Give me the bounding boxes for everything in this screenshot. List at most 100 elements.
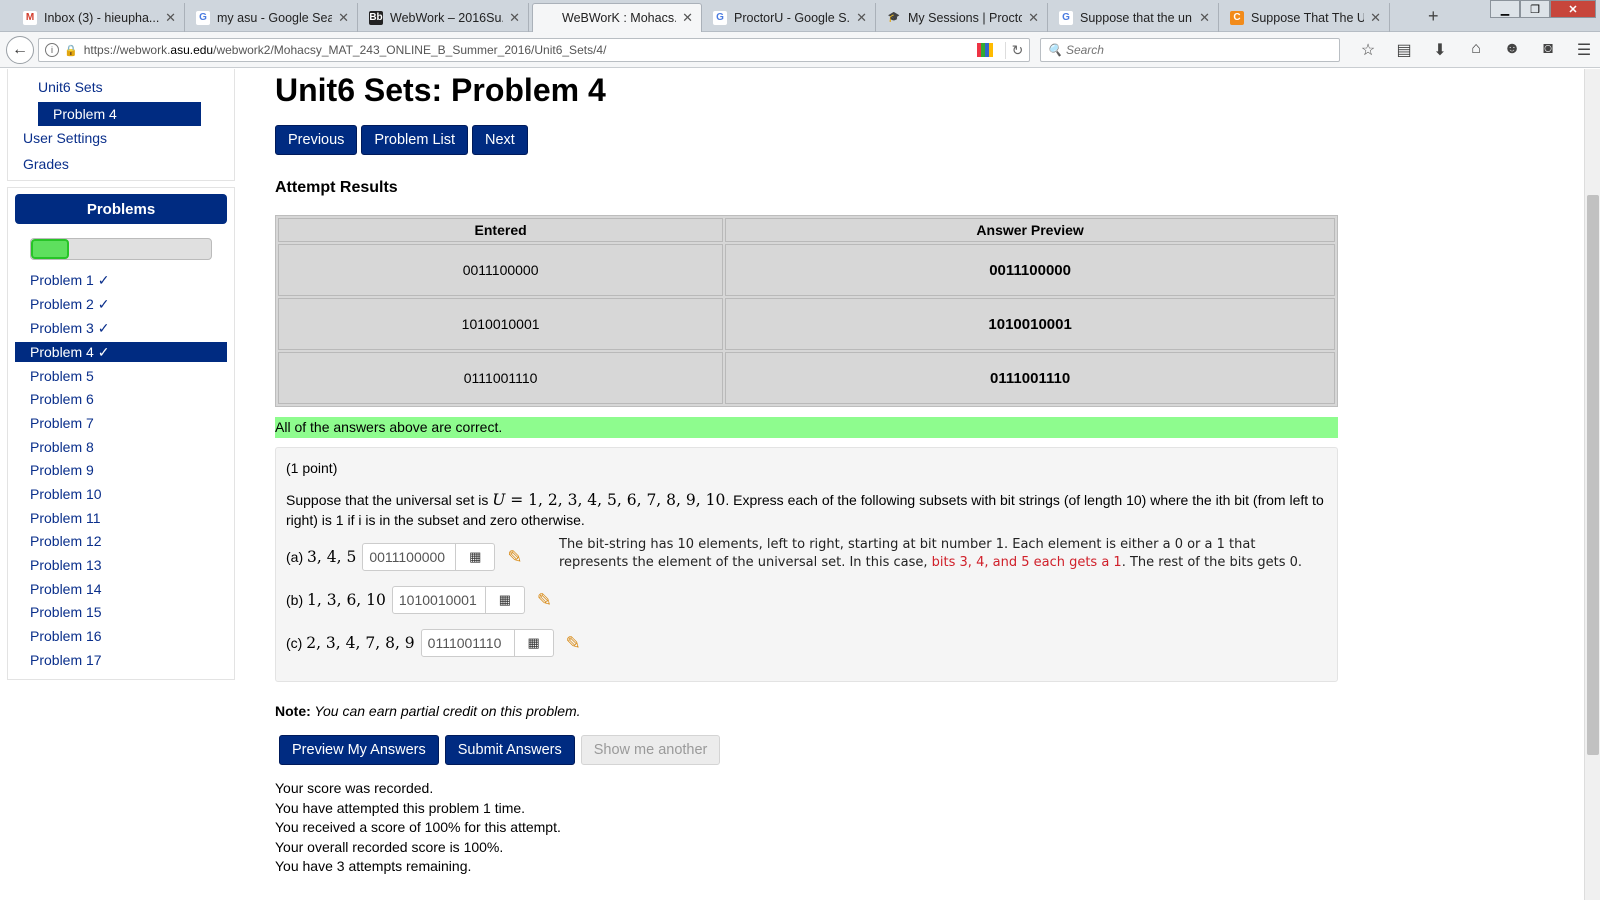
progress-bar (30, 238, 212, 260)
back-button[interactable]: ← (6, 36, 34, 64)
browser-tab[interactable]: WeBWorK : Mohacs... ✕ (532, 3, 702, 32)
tab-label: Suppose that the un... (1080, 10, 1194, 25)
entered-cell: 0111001110 (278, 352, 724, 404)
menu-icon[interactable]: ☰ (1566, 40, 1600, 60)
keypad-grid-icon[interactable]: ▦ (514, 629, 554, 657)
attempt-results-table: Entered Answer Preview 0011100000 001110… (275, 215, 1338, 407)
answer-input-b[interactable] (391, 586, 486, 614)
search-bar[interactable]: 🔍 (1040, 38, 1340, 62)
tab-close-icon[interactable]: ✕ (1028, 10, 1039, 26)
download-icon[interactable]: ⬇ (1422, 40, 1458, 60)
chat-icon[interactable]: ☻ (1494, 40, 1530, 60)
tab-label: my asu - Google Sea... (217, 10, 333, 25)
preview-answers-button[interactable]: Preview My Answers (279, 735, 439, 765)
arrow-left-icon: ← (12, 41, 28, 58)
sidebar-problem-item[interactable]: Problem 1 ✓ (15, 269, 227, 293)
table-row: 1010010001 1010010001 (278, 298, 1335, 350)
page-scrollbar[interactable] (1584, 69, 1600, 900)
tab-close-icon[interactable]: ✕ (1370, 10, 1381, 26)
bookmark-star-icon[interactable]: ☆ (1350, 40, 1386, 60)
sidebar-problem-item[interactable]: Problem 6 (15, 387, 227, 411)
score-line: Your overall recorded score is 100%. (275, 838, 504, 855)
problems-header: Problems (15, 194, 227, 224)
page-title: Unit6 Sets: Problem 4 (275, 72, 606, 108)
answer-input-a[interactable] (362, 543, 457, 571)
browser-tab[interactable]: 🎓 My Sessions | Procto... ✕ (879, 3, 1048, 32)
reload-icon[interactable]: ↻ (1005, 41, 1029, 59)
problem-list-button[interactable]: Problem List (361, 125, 469, 155)
search-icon: 🔍 (1047, 43, 1062, 57)
tab-close-icon[interactable]: ✕ (165, 10, 176, 26)
reading-list-icon[interactable]: ▤ (1386, 40, 1422, 60)
tab-close-icon[interactable]: ✕ (856, 10, 867, 26)
sidebar-item-user-settings[interactable]: User Settings (23, 130, 107, 146)
sidebar-problem-item[interactable]: Problem 11 (15, 506, 227, 530)
sidebar-problem-item[interactable]: Problem 5 (15, 364, 227, 388)
browser-nav-bar: ← i 🔒 https://webwork.asu.edu/webwork2/M… (0, 32, 1600, 68)
browser-tab[interactable]: C Suppose That The U... ✕ (1222, 3, 1390, 32)
previous-button[interactable]: Previous (275, 125, 358, 155)
pencil-icon[interactable]: ✎ (507, 547, 522, 568)
sidebar-problem-item[interactable]: Problem 12 (15, 530, 227, 554)
sidebar-nav: Unit6 Sets Problem 4 User Settings Grade… (7, 69, 235, 181)
sidebar-problem-item[interactable]: Problem 14 (15, 577, 227, 601)
new-tab-button[interactable]: + (1428, 6, 1439, 27)
sidebar-problem-item[interactable]: Problem 9 (15, 459, 227, 483)
keypad-grid-icon[interactable]: ▦ (485, 586, 525, 614)
solution-hint: The bit-string has 10 elements, left to … (559, 537, 1303, 570)
url-text[interactable]: https://webwork.asu.edu/webwork2/Mohacsy… (84, 43, 977, 57)
sidebar-problem-item[interactable]: Problem 7 (15, 411, 227, 435)
browser-tab-bar: M Inbox (3) - hieupha... ✕ Gmy asu - Google… (0, 0, 1600, 32)
sidebar-problem-item[interactable]: Problem 17 (15, 648, 227, 672)
pencil-icon[interactable]: ✎ (566, 633, 581, 654)
problem-list: Problem 1 ✓ Problem 2 ✓ Problem 3 ✓ Problem… (15, 269, 227, 672)
sidebar-item-problem-4[interactable]: Problem 4 (38, 102, 201, 126)
sidebar-problem-item[interactable]: Problem 2 ✓ (15, 293, 227, 317)
browser-tab[interactable]: G Suppose that the un... ✕ (1051, 3, 1219, 32)
score-line: You have attempted this problem 1 time. (275, 799, 526, 816)
problem-points: (1 point) (286, 460, 338, 476)
sidebar-problem-item[interactable]: Problem 8 (15, 435, 227, 459)
tab-label: ProctorU - Google S... (734, 10, 851, 25)
browser-tab[interactable]: Bb WebWork – 2016Su... ✕ (361, 3, 529, 32)
extension-icon[interactable] (977, 43, 993, 57)
home-icon[interactable]: ⌂ (1458, 40, 1494, 60)
entered-cell: 0011100000 (278, 244, 724, 296)
sidebar-problem-item[interactable]: Problem 13 (15, 553, 227, 577)
browser-tab[interactable]: M Inbox (3) - hieupha... ✕ (15, 3, 185, 32)
scrollbar-thumb[interactable] (1587, 195, 1599, 755)
sidebar-problem-item[interactable]: Problem 16 (15, 624, 227, 648)
info-icon[interactable]: i (45, 43, 59, 57)
sidebar-item-unit6-sets[interactable]: Unit6 Sets (38, 79, 103, 95)
partial-credit-note: Note: You can earn partial credit on thi… (275, 703, 581, 719)
preview-cell: 1010010001 (725, 298, 1335, 350)
pencil-icon[interactable]: ✎ (537, 590, 552, 611)
sidebar-problem-item[interactable]: Problem 10 (15, 482, 227, 506)
universal-set-math: U = 1, 2, 3, 4, 5, 6, 7, 8, 9, 10 (492, 491, 726, 509)
tab-label: WeBWorK : Mohacs... (562, 11, 677, 25)
sidebar-problem-item[interactable]: Problem 15 (15, 601, 227, 625)
tab-close-icon[interactable]: ✕ (682, 10, 693, 26)
browser-tab[interactable]: G ProctorU - Google S... ✕ (705, 3, 876, 32)
window-close-button[interactable]: ✕ (1550, 0, 1596, 18)
sidebar-problem-item[interactable]: Problem 4 ✓ (15, 342, 227, 363)
webwork-page: Unit6 Sets Problem 4 User Settings Grade… (0, 69, 1584, 900)
restore-button[interactable]: ❐ (1520, 0, 1550, 18)
submit-answers-button[interactable]: Submit Answers (444, 735, 575, 765)
tab-close-icon[interactable]: ✕ (1199, 10, 1210, 26)
pocket-icon[interactable]: ◙ (1530, 40, 1566, 60)
tab-close-icon[interactable]: ✕ (509, 10, 520, 26)
tab-favicon-icon: G (196, 10, 210, 25)
answer-input-c[interactable] (420, 629, 515, 657)
search-input[interactable] (1065, 43, 1339, 57)
sidebar-item-grades[interactable]: Grades (23, 156, 69, 172)
tab-close-icon[interactable]: ✕ (338, 10, 349, 26)
tab-label: WebWork – 2016Su... (390, 10, 504, 25)
browser-tab[interactable]: Gmy asu - Google Sea... ✕ (188, 3, 358, 32)
next-button[interactable]: Next (472, 125, 528, 155)
minimize-button[interactable]: ▁ (1490, 0, 1520, 18)
address-bar[interactable]: i 🔒 https://webwork.asu.edu/webwork2/Moh… (38, 38, 1030, 62)
tab-favicon-icon: C (1230, 10, 1244, 25)
sidebar-problem-item[interactable]: Problem 3 ✓ (15, 316, 227, 340)
keypad-grid-icon[interactable]: ▦ (456, 543, 496, 571)
